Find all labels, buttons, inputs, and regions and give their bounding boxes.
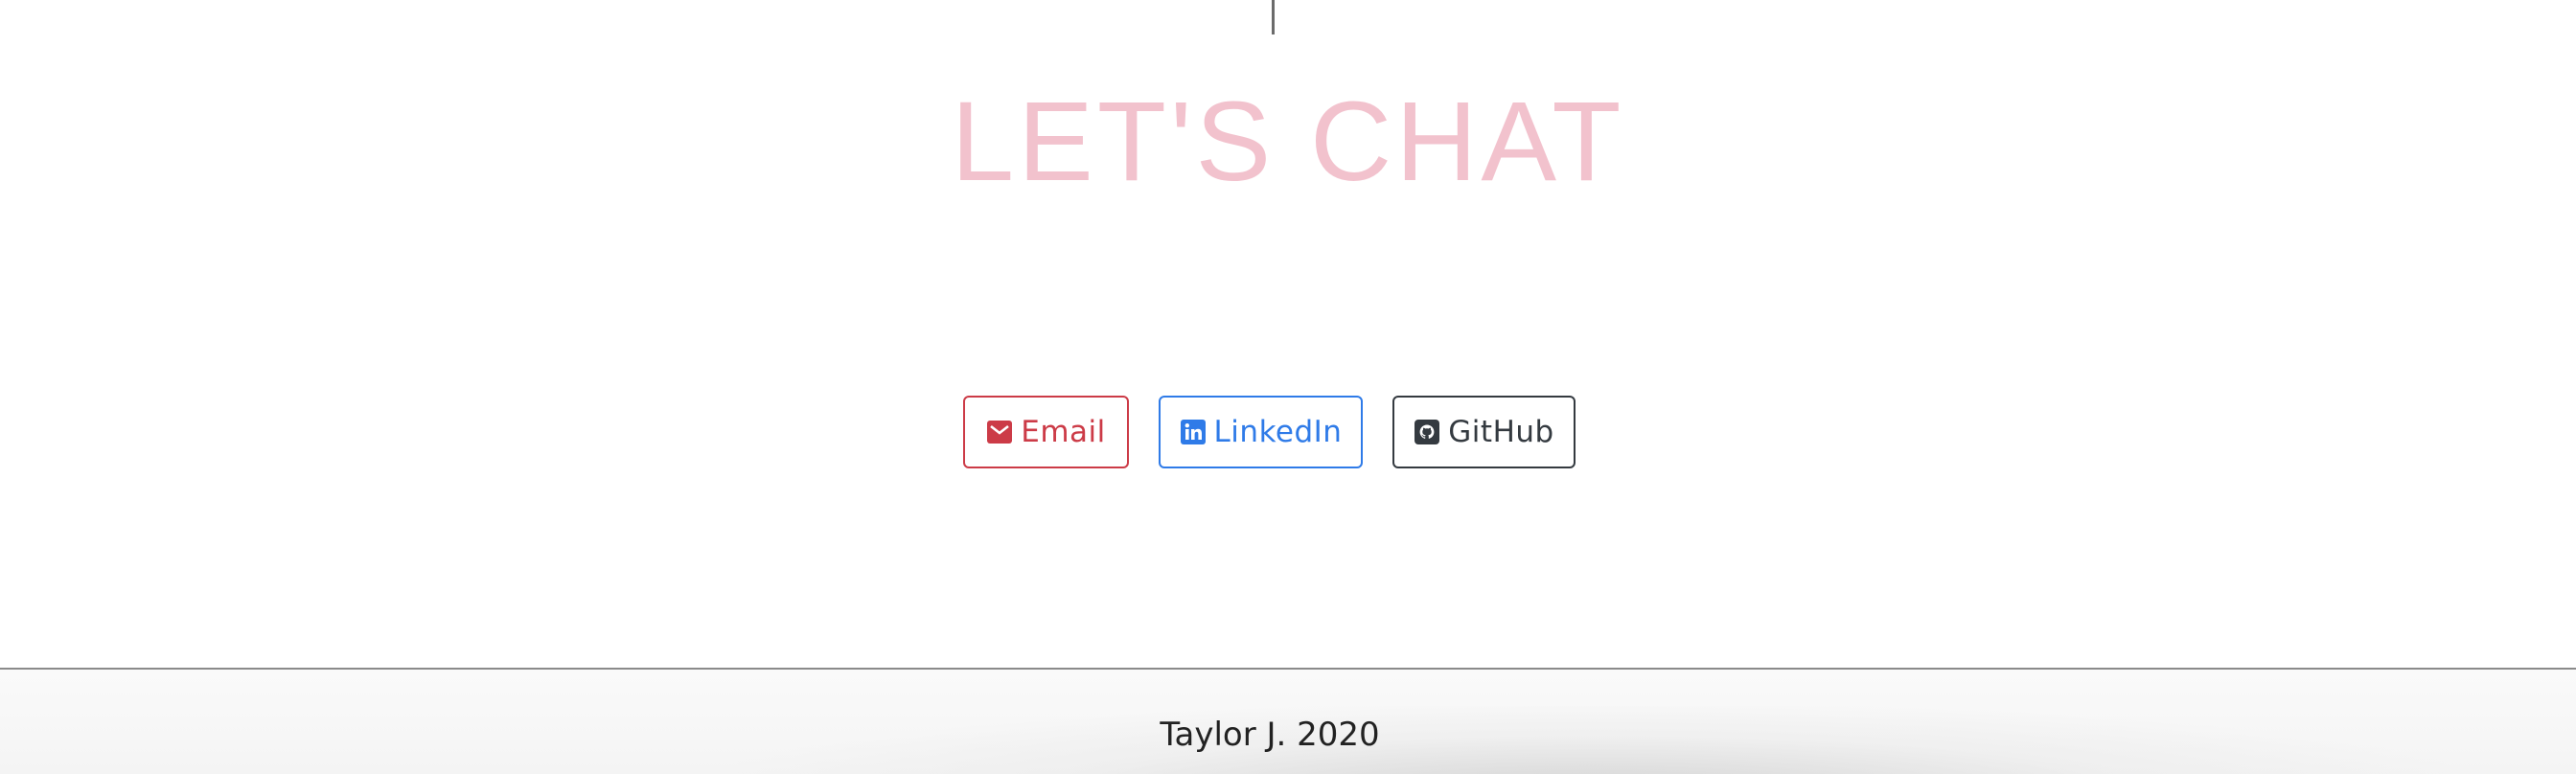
footer: Taylor J. 2020	[0, 668, 2576, 774]
linkedin-icon	[1180, 419, 1207, 445]
github-button[interactable]: GitHub	[1392, 396, 1576, 468]
linkedin-button[interactable]: LinkedIn	[1159, 396, 1363, 468]
top-divider-line	[1272, 0, 1275, 34]
section-title: LET'S CHAT	[951, 79, 1625, 205]
email-button-label: Email	[1021, 415, 1106, 449]
footer-copyright: Taylor J. 2020	[1160, 716, 1380, 754]
envelope-icon	[986, 419, 1013, 445]
email-button[interactable]: Email	[963, 396, 1129, 468]
github-icon	[1414, 419, 1440, 445]
github-button-label: GitHub	[1448, 415, 1554, 449]
page: LET'S CHAT Email LinkedIn GitHub Taylor …	[0, 0, 2576, 774]
linkedin-button-label: LinkedIn	[1213, 415, 1343, 449]
